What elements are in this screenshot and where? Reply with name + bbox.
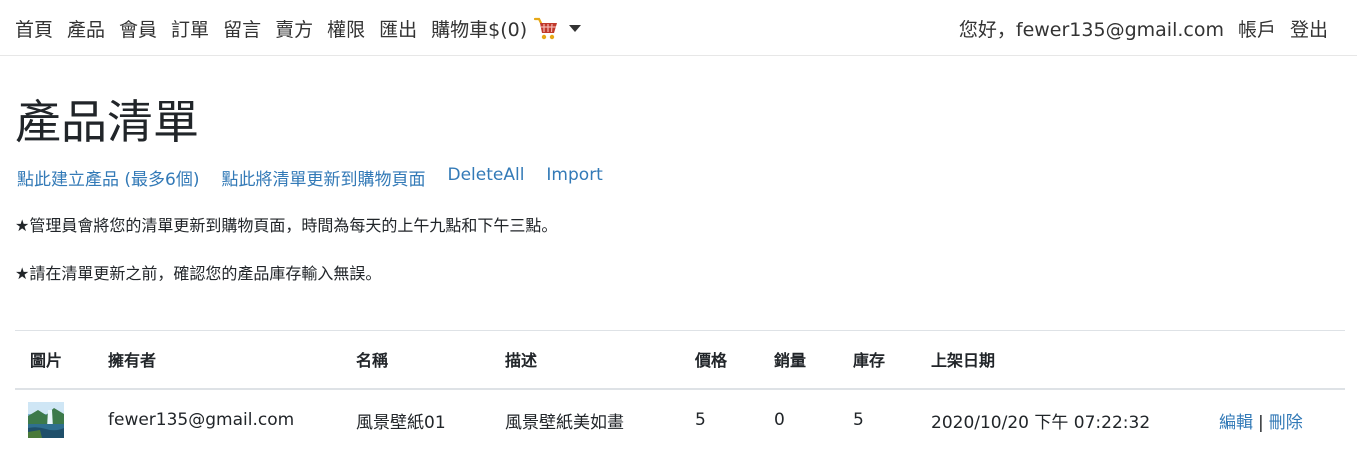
- cell-image: [15, 389, 108, 451]
- table-row: fewer135@gmail.com 風景壁紙01 風景壁紙美如畫 5 0 5 …: [15, 389, 1345, 451]
- header-sales: 銷量: [774, 330, 853, 390]
- cell-actions: 編輯 | 刪除: [1219, 389, 1345, 451]
- header-image: 圖片: [15, 330, 108, 390]
- nav-item-orders[interactable]: 訂單: [171, 15, 209, 42]
- nav-menu: 首頁 產品 會員 訂單 留言 賣方 權限 匯出 購物車$(0): [15, 0, 582, 56]
- cell-stock: 5: [853, 410, 864, 430]
- stock-check-note: ★請在清單更新之前，確認您的產品庫存輸入無誤。: [15, 264, 382, 283]
- landscape-thumbnail[interactable]: [28, 402, 64, 438]
- account-link[interactable]: 帳戶: [1238, 15, 1276, 42]
- nav-item-messages[interactable]: 留言: [223, 15, 261, 42]
- delete-all-link[interactable]: DeleteAll: [447, 165, 524, 190]
- cell-description: 風景壁紙美如畫: [505, 412, 624, 433]
- table-header-row: 圖片 擁有者 名稱 描述 價格 銷量 庫存 上架日期: [15, 330, 1345, 390]
- caret-down-icon: [569, 24, 582, 32]
- nav-item-home[interactable]: 首頁: [15, 15, 53, 42]
- header-listing-date: 上架日期: [931, 330, 1219, 390]
- update-list-link[interactable]: 點此將清單更新到購物頁面: [221, 165, 425, 190]
- nav-item-permissions[interactable]: 權限: [327, 15, 365, 42]
- header-stock: 庫存: [853, 330, 931, 390]
- cart-dropdown[interactable]: 購物車$(0): [431, 15, 582, 42]
- user-greeting[interactable]: 您好，fewer135@gmail.com: [959, 15, 1224, 42]
- nav-item-products[interactable]: 產品: [67, 15, 105, 42]
- header-name: 名稱: [356, 330, 505, 390]
- action-separator: |: [1258, 412, 1264, 433]
- nav-item-export[interactable]: 匯出: [379, 15, 417, 42]
- edit-link[interactable]: 編輯: [1219, 413, 1253, 433]
- import-link[interactable]: Import: [546, 165, 602, 190]
- nav-item-members[interactable]: 會員: [119, 15, 157, 42]
- header-price: 價格: [695, 330, 774, 390]
- cell-name: 風景壁紙01: [356, 412, 446, 433]
- shopping-cart-icon: [533, 15, 559, 41]
- logout-link[interactable]: 登出: [1290, 15, 1328, 42]
- update-schedule-note: ★管理員會將您的清單更新到購物頁面，時間為每天的上午九點和下午三點。: [15, 216, 558, 235]
- nav-user: 您好，fewer135@gmail.com 帳戶 登出: [959, 0, 1328, 56]
- delete-link[interactable]: 刪除: [1269, 413, 1303, 433]
- top-navbar: 首頁 產品 會員 訂單 留言 賣方 權限 匯出 購物車$(0) 您好，fewer…: [0, 0, 1357, 56]
- cell-owner: fewer135@gmail.com: [108, 410, 295, 430]
- header-description: 描述: [505, 330, 695, 390]
- product-table: 圖片 擁有者 名稱 描述 價格 銷量 庫存 上架日期 fewer135@gmai…: [15, 330, 1345, 451]
- cart-label: 購物車$(0): [431, 18, 528, 41]
- page-title: 產品清單: [15, 95, 199, 149]
- action-links: 點此建立產品 (最多6個) 點此將清單更新到購物頁面 DeleteAll Imp…: [17, 165, 625, 190]
- header-actions: [1219, 330, 1345, 390]
- nav-item-sellers[interactable]: 賣方: [275, 15, 313, 42]
- create-product-link[interactable]: 點此建立產品 (最多6個): [17, 165, 199, 190]
- cell-price: 5: [695, 410, 706, 430]
- cell-sales: 0: [774, 410, 785, 430]
- product-table-container: 圖片 擁有者 名稱 描述 價格 銷量 庫存 上架日期 fewer135@gmai…: [15, 330, 1345, 451]
- header-owner: 擁有者: [108, 330, 356, 390]
- cell-date: 2020/10/20 下午 07:22:32: [931, 412, 1151, 433]
